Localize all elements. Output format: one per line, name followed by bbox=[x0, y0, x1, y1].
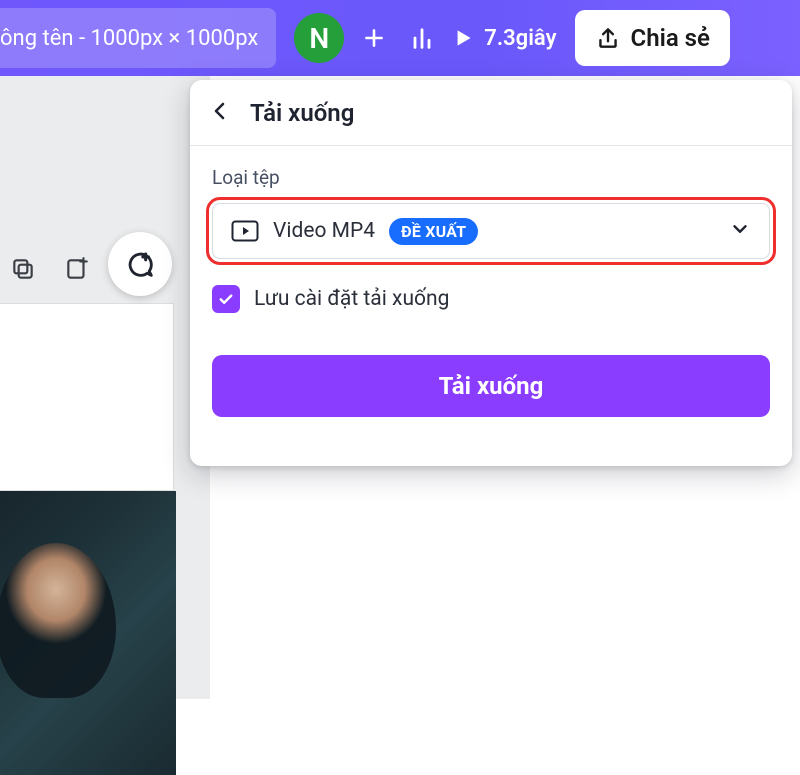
add-button[interactable] bbox=[350, 14, 398, 62]
download-panel-body: Loại tệp Video MP4 ĐỀ XUẤT Lưu cài đặt t… bbox=[190, 146, 792, 443]
share-button[interactable]: Chia sẻ bbox=[575, 10, 730, 66]
avatar-letter: N bbox=[309, 22, 329, 55]
avatar[interactable]: N bbox=[294, 13, 344, 63]
editor-surface bbox=[0, 76, 210, 699]
back-button[interactable] bbox=[208, 99, 232, 127]
play-icon bbox=[450, 25, 476, 51]
canvas-page-blank[interactable] bbox=[0, 303, 174, 491]
upload-icon bbox=[595, 25, 621, 51]
share-label: Chia sẻ bbox=[631, 24, 710, 52]
bar-chart-icon bbox=[408, 24, 436, 52]
document-title[interactable]: ông tên - 1000px × 1000px bbox=[0, 8, 276, 68]
app-header: ông tên - 1000px × 1000px N 7.3giây Chia… bbox=[0, 0, 800, 76]
magic-comment-button[interactable] bbox=[108, 232, 172, 296]
add-page-button[interactable] bbox=[64, 256, 90, 286]
file-type-selected: Video MP4 bbox=[273, 219, 375, 243]
play-duration-text: 7.3giây bbox=[484, 26, 556, 51]
download-button[interactable]: Tải xuống bbox=[212, 355, 770, 417]
download-panel-header: Tải xuống bbox=[190, 80, 792, 146]
canvas-page-image[interactable] bbox=[0, 491, 176, 775]
save-settings-checkbox[interactable] bbox=[212, 285, 240, 313]
play-preview-button[interactable]: 7.3giây bbox=[450, 25, 556, 51]
save-settings-row[interactable]: Lưu cài đặt tải xuống bbox=[212, 285, 770, 313]
download-button-label: Tải xuống bbox=[439, 372, 544, 400]
check-icon bbox=[217, 290, 235, 308]
toolbar bbox=[10, 256, 90, 286]
chevron-down-icon bbox=[729, 218, 751, 244]
file-type-label: Loại tệp bbox=[212, 166, 770, 189]
sparkle-comment-icon bbox=[123, 247, 157, 281]
save-settings-label: Lưu cài đặt tải xuống bbox=[254, 287, 449, 311]
document-title-text: ông tên - 1000px × 1000px bbox=[0, 26, 258, 51]
copy-icon bbox=[10, 256, 36, 282]
plus-icon bbox=[361, 25, 387, 51]
analytics-button[interactable] bbox=[398, 14, 446, 62]
video-file-icon bbox=[231, 220, 259, 242]
duplicate-button[interactable] bbox=[10, 256, 36, 286]
recommended-badge: ĐỀ XUẤT bbox=[389, 218, 478, 245]
download-panel-title: Tải xuống bbox=[250, 99, 354, 127]
file-type-select[interactable]: Video MP4 ĐỀ XUẤT bbox=[212, 203, 770, 259]
new-page-icon bbox=[64, 256, 90, 282]
chevron-left-icon bbox=[208, 99, 232, 123]
download-panel: Tải xuống Loại tệp Video MP4 ĐỀ XUẤT Lưu… bbox=[190, 80, 792, 466]
